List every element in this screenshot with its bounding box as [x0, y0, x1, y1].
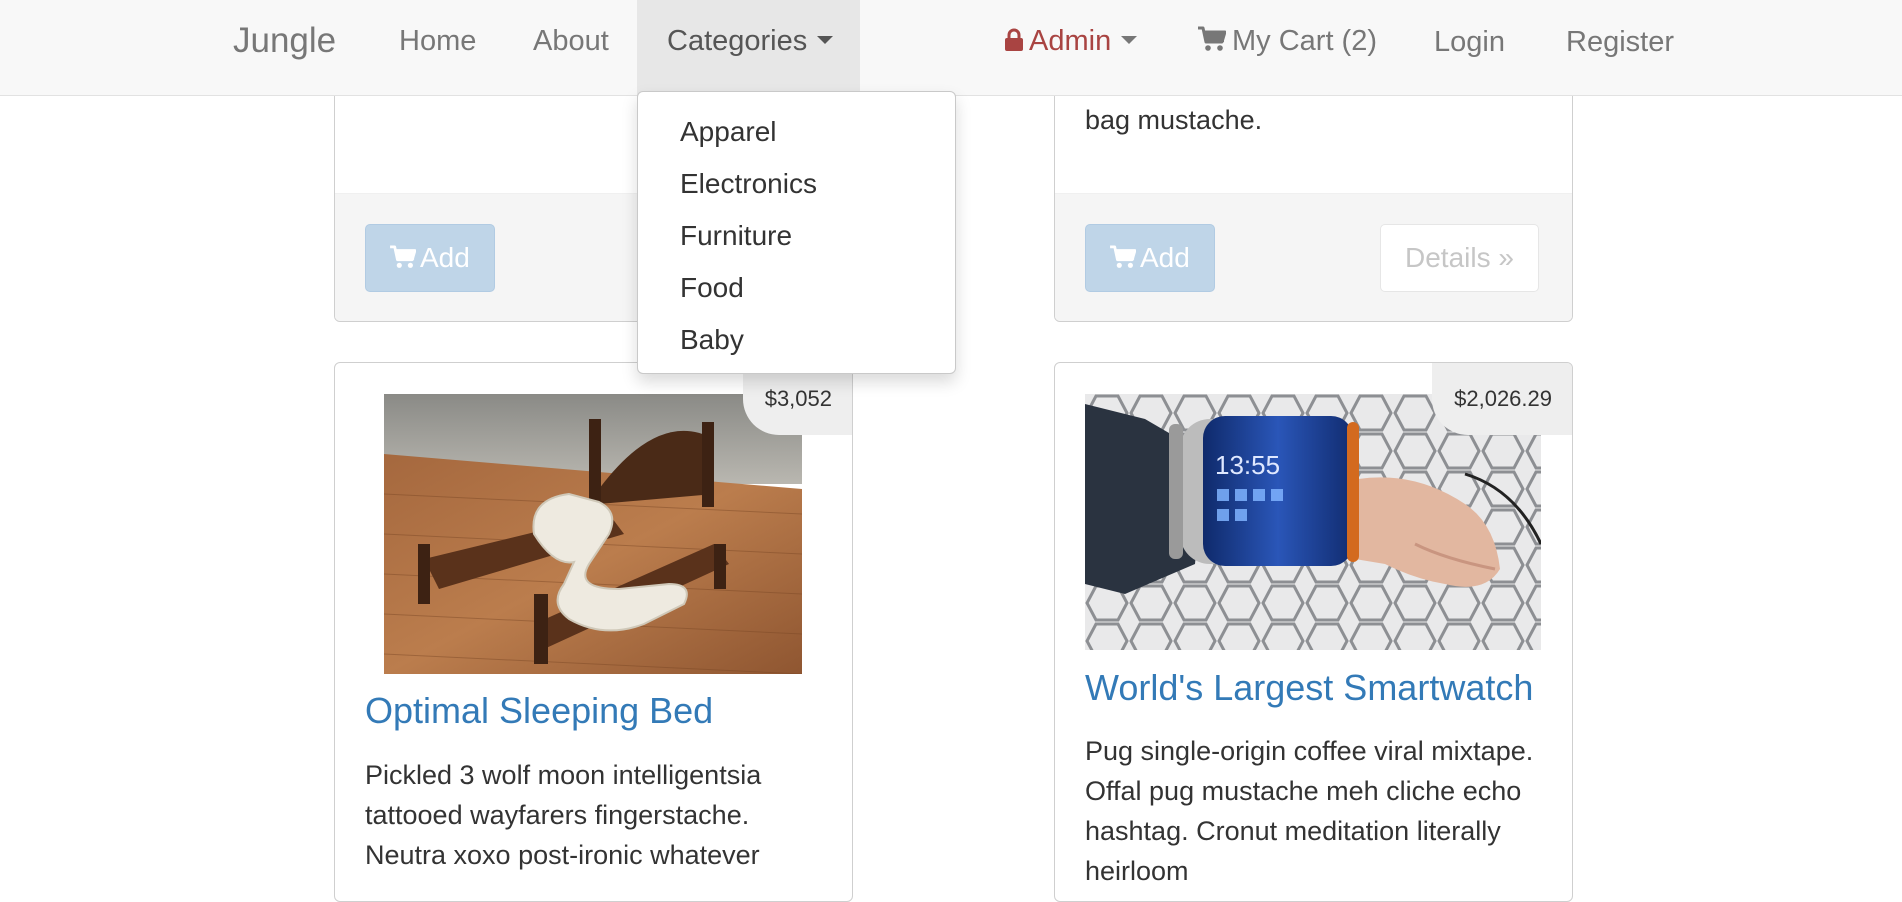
nav-categories-label: Categories: [667, 25, 808, 57]
product-card: $3,052 Optimal Sleeping Bed Pickled 3 wo…: [334, 362, 853, 902]
chevron-down-icon: [1121, 36, 1138, 45]
nav-admin-toggle[interactable]: Admin: [975, 0, 1167, 95]
navbar: Jungle Home About Categories Admin My Ca…: [0, 0, 1902, 96]
price-tag: $2,026.29: [1432, 363, 1572, 435]
product-description: bag mustache.: [1085, 105, 1263, 135]
product-description: Pickled 3 wolf moon intelligentsia tatto…: [365, 760, 762, 870]
nav-admin-label: Admin: [1029, 25, 1112, 57]
product-card: bag mustache. Add Details »: [1054, 60, 1573, 322]
lock-icon: [1005, 28, 1023, 51]
nav-login[interactable]: Login: [1404, 0, 1535, 95]
nav-cart-label: My Cart (2): [1232, 25, 1377, 57]
add-to-cart-button[interactable]: Add: [365, 224, 495, 292]
shopping-cart-icon: [390, 245, 416, 268]
nav-about[interactable]: About: [503, 0, 639, 95]
add-button-label: Add: [1140, 242, 1190, 273]
category-electronics[interactable]: Electronics: [638, 158, 955, 210]
brand-logo[interactable]: Jungle: [203, 0, 366, 95]
category-apparel[interactable]: Apparel: [638, 106, 955, 158]
details-button[interactable]: Details »: [1380, 224, 1539, 292]
category-baby[interactable]: Baby: [638, 314, 955, 366]
product-title[interactable]: Optimal Sleeping Bed: [365, 690, 713, 732]
card-footer: Add Details »: [1055, 193, 1572, 321]
nav-categories-toggle[interactable]: Categories: [637, 0, 860, 95]
nav-register[interactable]: Register: [1536, 0, 1704, 95]
add-button-label: Add: [420, 242, 470, 273]
chevron-down-icon: [817, 36, 834, 45]
product-title[interactable]: World's Largest Smartwatch: [1085, 667, 1533, 709]
bed-image: [384, 394, 802, 674]
shopping-cart-icon: [1198, 26, 1226, 52]
product-image-bed[interactable]: [384, 394, 802, 674]
category-food[interactable]: Food: [638, 262, 955, 314]
categories-dropdown-menu: Apparel Electronics Furniture Food Baby: [637, 91, 956, 374]
product-card: $2,026.29 13:55 World's Largest Smartwat…: [1054, 362, 1573, 902]
nav-cart[interactable]: My Cart (2): [1168, 0, 1407, 95]
product-description: Pug single-origin coffee viral mixtape. …: [1085, 736, 1534, 886]
add-to-cart-button[interactable]: Add: [1085, 224, 1215, 292]
watch-screen-text: 13:55: [1215, 450, 1280, 480]
category-furniture[interactable]: Furniture: [638, 210, 955, 262]
shopping-cart-icon: [1110, 245, 1136, 268]
nav-home[interactable]: Home: [369, 0, 506, 95]
